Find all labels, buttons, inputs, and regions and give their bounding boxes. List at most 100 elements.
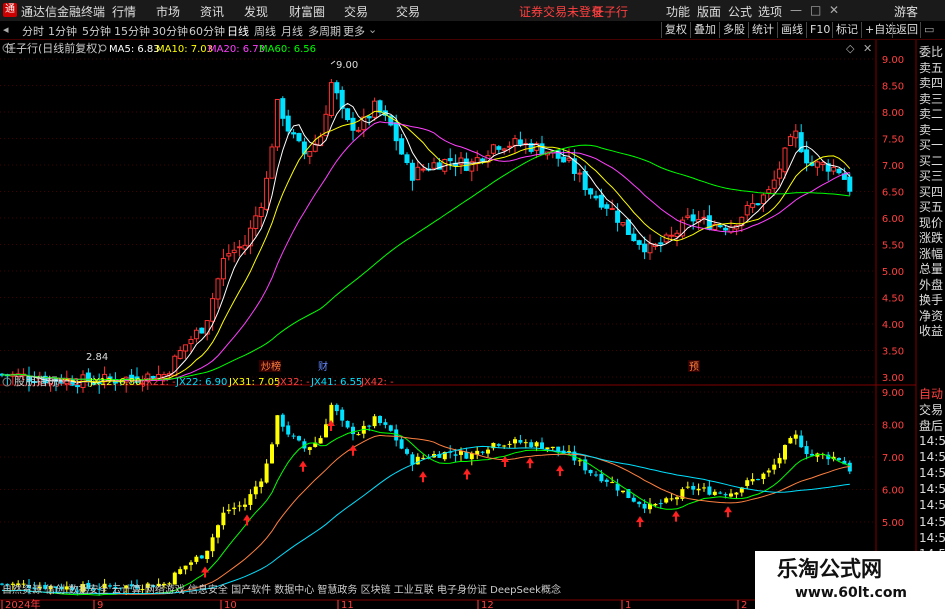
candle-body	[658, 242, 664, 245]
period-more[interactable]: 更多	[343, 23, 365, 39]
menu-hangqing[interactable]: 行情	[112, 3, 136, 20]
kline-chart[interactable]: 9.00 8.50 8.00 7.50 7.00 6.50 6.00 5.50 5.00 4.50…	[0, 40, 945, 609]
maximize-button[interactable]: □	[810, 3, 821, 17]
sub-candle-body	[761, 473, 766, 480]
sub-candle-body	[405, 449, 409, 454]
date-label: 12	[481, 600, 494, 609]
candle-body	[285, 115, 291, 132]
period-15min[interactable]: 15分钟	[114, 23, 150, 39]
btn-diejia[interactable]: 叠加	[690, 22, 716, 38]
chevron-down-icon[interactable]: ⌄	[368, 23, 377, 36]
sub-candle-body	[712, 491, 717, 495]
sub-candle-body	[372, 416, 377, 427]
sub-candle-body	[675, 497, 679, 500]
btn-huaxian[interactable]: 画线	[777, 22, 803, 38]
candle-body	[701, 216, 707, 219]
high-label: 9.00	[336, 60, 358, 71]
sub-candle-body	[637, 501, 642, 505]
quote-side-panel: 委比 卖五 卖四 卖三 卖二 卖一 买一 买二 买三 买四 买五 现价 涨跌 涨幅 总量 外盘 换手 净资 收益 自动…	[917, 40, 945, 609]
app-logo-icon: 通	[3, 3, 17, 17]
sub-candle-body	[351, 426, 355, 435]
sub-candle-body	[259, 481, 264, 487]
marker-chaobang[interactable]: 炒榜	[261, 360, 281, 373]
jx42: JX42: -	[360, 377, 394, 388]
sub-candle-body	[388, 425, 393, 431]
period-monthly[interactable]: 月线	[281, 23, 303, 39]
panel-close-icon[interactable]: ✕	[863, 42, 872, 55]
candle-body	[188, 338, 194, 345]
sub-candle-body	[745, 480, 750, 486]
guest-label[interactable]: 游客	[894, 3, 918, 20]
sub-candle-body	[621, 490, 625, 493]
panel-expand-icon[interactable]: ◇	[846, 42, 855, 55]
price-tick-label: 4.00	[882, 320, 904, 331]
sub-tick-label: 7.00	[882, 453, 904, 464]
sub-candle-body	[777, 457, 782, 464]
btn-duogu[interactable]: 多股	[719, 22, 745, 38]
menu-jiaoyi-2[interactable]: 交易	[396, 3, 420, 20]
candle-body	[631, 233, 637, 242]
menu-shichang[interactable]: 市场	[156, 3, 180, 20]
period-multi[interactable]: 多周期	[308, 23, 341, 39]
period-1min[interactable]: 1分钟	[48, 23, 77, 39]
side-trade-label: 14:56	[919, 482, 945, 497]
menu-gongneng[interactable]: 功能	[666, 3, 690, 20]
close-button[interactable]: ✕	[829, 3, 839, 17]
candle-body	[258, 207, 264, 218]
candle-body	[480, 158, 486, 162]
candle-body	[355, 129, 361, 132]
sub-candle-body	[642, 503, 647, 509]
side-quote-label: 外盘	[919, 277, 944, 292]
marker-yu[interactable]: 预	[689, 361, 699, 373]
menu-zixun[interactable]: 资讯	[200, 3, 224, 20]
menu-banmian[interactable]: 版面	[697, 3, 721, 20]
period-weekly[interactable]: 周线	[254, 23, 276, 39]
btn-fuquan[interactable]: 复权	[661, 22, 687, 38]
collapse-icon[interactable]: ◂	[3, 23, 9, 36]
period-fenshi[interactable]: 分时	[22, 23, 44, 39]
btn-biaoji[interactable]: 标记	[832, 22, 858, 38]
btn-fanhui[interactable]: 返回	[892, 22, 918, 38]
candle-body	[669, 234, 675, 237]
candle-body	[814, 161, 820, 168]
candle-body	[771, 179, 777, 189]
menu-jiaoyi[interactable]: 交易	[344, 3, 368, 20]
candle-body	[588, 188, 594, 195]
login-status[interactable]: 证券交易未登录	[519, 3, 603, 20]
btn-f10[interactable]: F10	[806, 22, 830, 38]
sub-candle-body	[453, 454, 458, 456]
side-trade-label: 14:56	[919, 514, 945, 529]
concept-ticker[interactable]: 自然资源 信创 数据安全 云计算 网络游戏 信息安全 国产软件 数据中心 智慧政…	[2, 583, 561, 596]
sub-candle-body	[486, 449, 490, 454]
restore-icon[interactable]: ▭	[920, 22, 934, 38]
marker-cai[interactable]: 财	[318, 360, 328, 373]
sub-candle-body	[172, 572, 177, 585]
period-daily[interactable]: 日线	[227, 23, 249, 39]
menu-bar: 通 通达信金融终端 行情 市场 资讯 发现 财富圈 交易 交易 证券交易未登录 …	[0, 0, 945, 22]
sub-candle-body	[518, 440, 523, 443]
candle-body	[372, 100, 378, 118]
sub-candle-body	[702, 487, 706, 489]
menu-gongshi[interactable]: 公式	[728, 3, 752, 20]
btn-zixuan[interactable]: +自选	[861, 22, 896, 38]
candle-body	[539, 143, 545, 155]
menu-faxian[interactable]: 发现	[244, 3, 268, 20]
candle-body	[598, 194, 604, 208]
btn-tongji[interactable]: 统计	[748, 22, 774, 38]
candle-body	[782, 147, 788, 173]
period-60min[interactable]: 60分钟	[189, 23, 225, 39]
period-5min[interactable]: 5分钟	[82, 23, 111, 39]
period-30min[interactable]: 30分钟	[152, 23, 188, 39]
menu-xuanxiang[interactable]: 选项	[758, 3, 782, 20]
candle-body	[253, 215, 259, 229]
sub-candle-body	[189, 562, 193, 565]
sub-candle-body	[718, 492, 723, 494]
candle-body	[620, 222, 626, 226]
menu-caifuquan[interactable]: 财富圈	[289, 3, 325, 20]
jx11: JX11: -	[56, 377, 90, 388]
minimize-button[interactable]: —	[790, 3, 802, 17]
sub-candle-body	[588, 469, 593, 474]
side-quote-label: 卖一	[919, 122, 944, 137]
candle-body	[507, 145, 513, 148]
sub-candle-body	[540, 442, 544, 449]
